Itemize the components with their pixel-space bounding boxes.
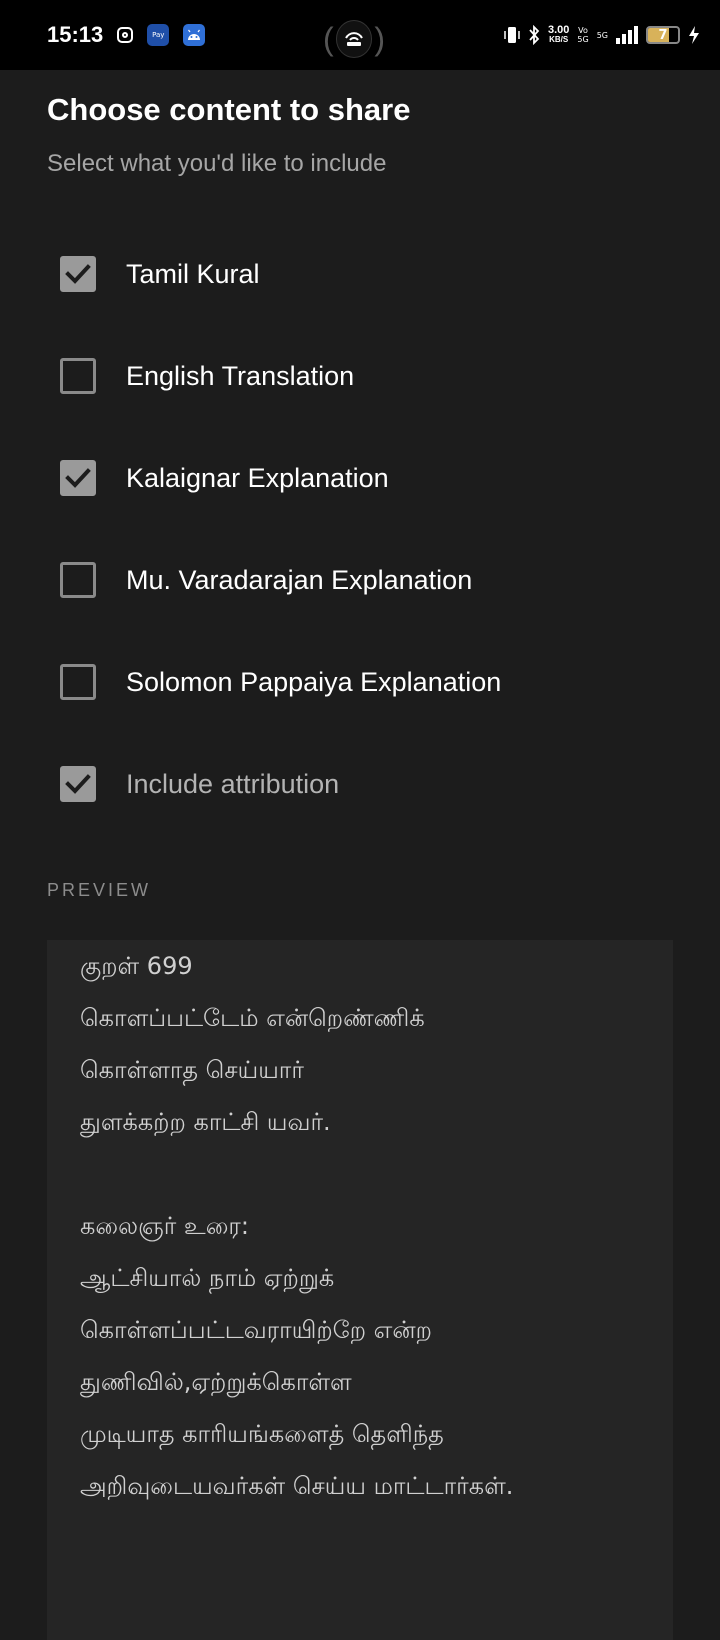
check-icon <box>65 264 91 284</box>
battery-level: 7 <box>658 27 668 43</box>
option-label-mu-varadarajan-explanation: Mu. Varadarajan Explanation <box>126 564 473 595</box>
dialog-subtitle: Select what you'd like to include <box>47 150 387 177</box>
status-time: 15:13 <box>47 22 104 47</box>
volte-bottom: 5G <box>577 35 589 44</box>
checkbox-solomon-pappaiya-explanation[interactable] <box>60 664 96 700</box>
checkbox-english-translation[interactable] <box>60 358 96 394</box>
preview-line: கொள்ளாத செய்யார் <box>80 1056 304 1084</box>
android-icon <box>183 24 206 46</box>
preview-line: ஆட்சியால் நாம் ஏற்றுக் <box>80 1264 335 1292</box>
status-bar-left: 15:13 Pay <box>47 22 504 48</box>
option-label-english-translation: English Translation <box>126 360 355 391</box>
dialog-title: Choose content to share <box>47 92 411 127</box>
check-icon <box>65 774 91 794</box>
cutout-right-bracket: ) <box>374 21 385 57</box>
option-tamil-kural[interactable]: Tamil Kural <box>60 244 660 304</box>
pay-app-icon: Pay <box>147 24 170 46</box>
hotspot-icon <box>335 20 373 58</box>
checkbox-mu-varadarajan-explanation[interactable] <box>60 562 96 598</box>
preview-line: கொளப்பட்டேம் என்றெண்ணிக் <box>80 1004 425 1032</box>
volte-top: Vo <box>578 26 588 35</box>
checkbox-tamil-kural[interactable] <box>60 256 96 292</box>
bluetooth-icon <box>528 25 540 45</box>
status-bar-right: 3.00 KB/S Vo 5G 5G 7 <box>504 25 700 45</box>
network-type: 5G <box>596 30 608 40</box>
option-mu-varadarajan-explanation[interactable]: Mu. Varadarajan Explanation <box>60 550 660 610</box>
option-label-include-attribution: Include attribution <box>126 768 340 799</box>
preview-heading: PREVIEW <box>47 880 152 900</box>
option-label-tamil-kural: Tamil Kural <box>126 258 260 289</box>
preview-line: கலைஞர் உரை: <box>80 1212 249 1240</box>
charging-icon <box>688 25 700 45</box>
checkbox-kalaignar-explanation[interactable] <box>60 460 96 496</box>
vibrate-icon <box>504 25 520 45</box>
status-bar: 15:13 Pay ( ) 3.00 KB/S Vo 5G 5G 7 <box>0 0 720 70</box>
preview-line: அறிவுடையவர்கள் செய்ய மாட்டார்கள். <box>80 1472 514 1500</box>
preview-line: குறள் 699 <box>80 952 193 980</box>
camera-cutout: ( ) <box>323 20 385 58</box>
option-english-translation[interactable]: English Translation <box>60 346 660 406</box>
option-solomon-pappaiya-explanation[interactable]: Solomon Pappaiya Explanation <box>60 652 660 712</box>
option-label-solomon-pappaiya-explanation: Solomon Pappaiya Explanation <box>126 666 502 697</box>
signal-strength-icon <box>616 26 638 44</box>
option-kalaignar-explanation[interactable]: Kalaignar Explanation <box>60 448 660 508</box>
option-include-attribution[interactable]: Include attribution <box>60 754 660 814</box>
network-speed: 3.00 KB/S <box>548 25 569 45</box>
preview-line: முடியாத காரியங்களைத் தெளிந்த <box>80 1420 444 1448</box>
battery-icon: 7 <box>646 26 680 44</box>
instagram-icon <box>117 27 134 43</box>
preview-line: துணிவில்,ஏற்றுக்கொள்ள <box>80 1368 352 1396</box>
preview-line: கொள்ளப்பட்டவராயிற்றே என்ற <box>80 1316 433 1344</box>
cutout-left-bracket: ( <box>323 21 334 57</box>
check-icon <box>65 468 91 488</box>
option-label-kalaignar-explanation: Kalaignar Explanation <box>126 462 389 493</box>
preview-line: துளக்கற்ற காட்சி யவர். <box>80 1108 331 1136</box>
checkbox-include-attribution[interactable] <box>60 766 96 802</box>
network-speed-unit: KB/S <box>549 35 569 44</box>
volte-indicator: Vo 5G <box>577 26 588 44</box>
